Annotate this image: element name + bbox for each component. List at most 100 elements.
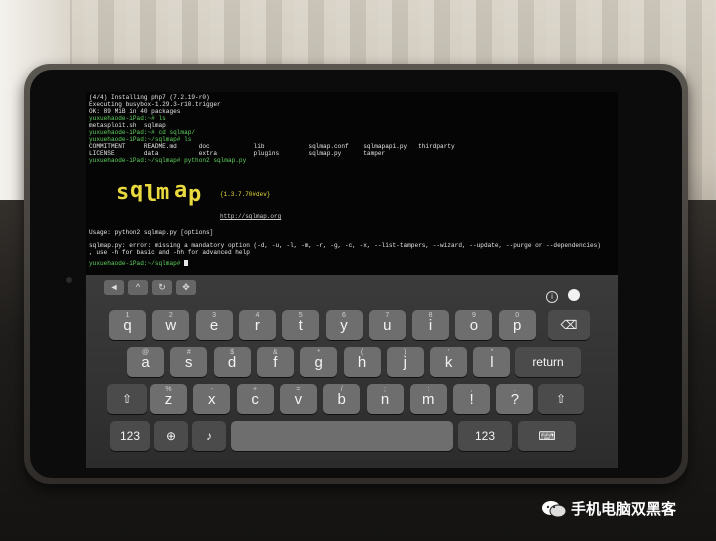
key-k[interactable]: ' k	[430, 347, 468, 377]
key-g[interactable]: * g	[300, 347, 338, 377]
key-l[interactable]: " l	[473, 347, 511, 377]
key-label: ⇧	[121, 392, 133, 406]
key-label: q	[123, 317, 132, 334]
key-label: ⌨	[538, 429, 556, 443]
key-w[interactable]: 2w	[152, 310, 190, 340]
key-d[interactable]: $ d	[213, 347, 251, 377]
keyboard-toolbar: ◄ ^ ↻ ✥	[86, 275, 618, 299]
key-label: i	[428, 317, 433, 334]
key-label: f	[273, 354, 278, 371]
sqlmap-logo: s q l m a p	[116, 178, 201, 207]
assistive-touch-button[interactable]	[568, 289, 580, 301]
key-s[interactable]: # s	[170, 347, 208, 377]
key-j[interactable]: ) j	[386, 347, 424, 377]
key-h[interactable]: (h	[343, 347, 381, 377]
key-label: ⇧	[555, 392, 567, 406]
cursor	[184, 260, 189, 267]
key-p[interactable]: 0p	[498, 310, 536, 340]
keyboard-hide-key[interactable]: ⌨	[518, 421, 576, 451]
key-label: ♪	[206, 429, 212, 443]
key-c[interactable]: + c	[236, 384, 274, 414]
key-e[interactable]: 3e	[195, 310, 233, 340]
sqlmap-version: {1.3.7.70#dev}	[220, 191, 271, 198]
key-label: t	[298, 317, 303, 334]
key-i[interactable]: 8i	[412, 310, 450, 340]
info-icon[interactable]: i	[546, 291, 558, 303]
shift-key-left[interactable]: ⇧	[107, 384, 147, 414]
key-label: w	[165, 317, 177, 334]
key-f[interactable]: & f	[256, 347, 294, 377]
key-label: o	[469, 317, 479, 334]
key-b[interactable]: / b	[323, 384, 361, 414]
key-label: ⊕	[165, 429, 177, 443]
terminal-line: metasploit.sh sqlmap	[89, 122, 166, 129]
terminal-line: COMMITMENT README.md doc lib sqlmap.conf…	[89, 143, 455, 150]
key-o[interactable]: 9o	[455, 310, 493, 340]
key-label: h	[357, 354, 367, 371]
key-u[interactable]: 7u	[368, 310, 406, 340]
numbers-key-left[interactable]: 123	[110, 421, 150, 451]
key-m[interactable]: :m	[409, 384, 447, 414]
backspace-key[interactable]: ⌫	[548, 310, 590, 340]
terminal-lines: (4/4) Installing php7 (7.2.19-r0) Executi…	[89, 94, 615, 164]
key-label: ?	[510, 391, 520, 408]
key-label: 123	[474, 429, 496, 443]
key-label: a	[141, 354, 150, 371]
key-label: v	[294, 391, 303, 408]
key-label: 123	[119, 429, 141, 443]
key-label: l	[490, 354, 494, 371]
usage-line: Usage: python2 sqlmap.py [options]	[89, 229, 214, 236]
key-label: y	[340, 317, 348, 334]
key-exclamation[interactable]: ,!	[453, 384, 491, 414]
up-arrow-icon[interactable]: ^	[128, 280, 148, 295]
key-label: ⌫	[560, 318, 578, 332]
prompt-text: yuxuehaode-iPad:~/sqlmap#	[89, 260, 185, 267]
key-label: k	[444, 354, 453, 371]
camera-dot	[66, 277, 72, 283]
key-z[interactable]: % z	[150, 384, 187, 414]
terminal-line: LICENSE data extra plugins sqlmap.py tam…	[89, 150, 386, 157]
key-question[interactable]: .?	[496, 384, 534, 414]
key-x[interactable]: -x	[193, 384, 231, 414]
microphone-key[interactable]: ♪	[192, 421, 226, 451]
key-label: n	[380, 391, 390, 408]
key-a[interactable]: @ a	[127, 347, 164, 377]
key-label: z	[164, 391, 173, 408]
key-v[interactable]: = v	[279, 384, 317, 414]
space-key[interactable]	[231, 421, 453, 451]
key-q[interactable]: 1q	[109, 310, 146, 340]
terminal-line: yuxuehaode-iPad:~# ls	[89, 115, 166, 122]
key-t[interactable]: 5t	[282, 310, 320, 340]
help-line: , use -h for basic and -hh for advanced …	[89, 249, 250, 256]
tab-left-icon[interactable]: ◄	[104, 280, 124, 295]
shift-key-right[interactable]: ⇧	[538, 384, 584, 414]
key-label: !	[469, 391, 474, 408]
key-label: b	[337, 391, 346, 408]
terminal-output[interactable]: (4/4) Installing php7 (7.2.19-r0) Executi…	[86, 92, 618, 275]
key-label: m	[422, 391, 435, 408]
key-label: j	[403, 354, 407, 371]
watermark-text: 手机电脑双黑客	[571, 500, 677, 518]
key-y[interactable]: 6y	[325, 310, 363, 340]
terminal-line: (4/4) Installing php7 (7.2.19-r0)	[89, 94, 210, 101]
key-n[interactable]: ; n	[366, 384, 404, 414]
key-label: p	[513, 317, 522, 334]
key-label: d	[227, 354, 237, 371]
sqlmap-url[interactable]: http://sqlmap.org	[220, 213, 281, 220]
key-label: e	[209, 317, 219, 334]
prompt-line[interactable]: yuxuehaode-iPad:~/sqlmap#	[89, 260, 189, 267]
key-r[interactable]: 4r	[238, 310, 276, 340]
globe-key[interactable]: ⊕	[154, 421, 188, 451]
wechat-icon	[542, 501, 567, 518]
terminal-line: yuxuehaode-iPad:~# cd sqlmap/	[89, 129, 196, 136]
key-label: x	[208, 391, 216, 408]
return-key[interactable]: return	[515, 347, 581, 377]
error-line: sqlmap.py: error: missing a mandatory op…	[89, 242, 601, 249]
terminal-line: yuxuehaode-iPad:~/sqlmap# python2 sqlmap…	[89, 157, 247, 164]
key-label: g	[314, 354, 323, 371]
key-label: u	[383, 317, 392, 334]
move-icon[interactable]: ✥	[176, 280, 196, 295]
key-label: r	[254, 317, 260, 334]
refresh-icon[interactable]: ↻	[152, 280, 172, 295]
numbers-key-right[interactable]: 123	[458, 421, 512, 451]
